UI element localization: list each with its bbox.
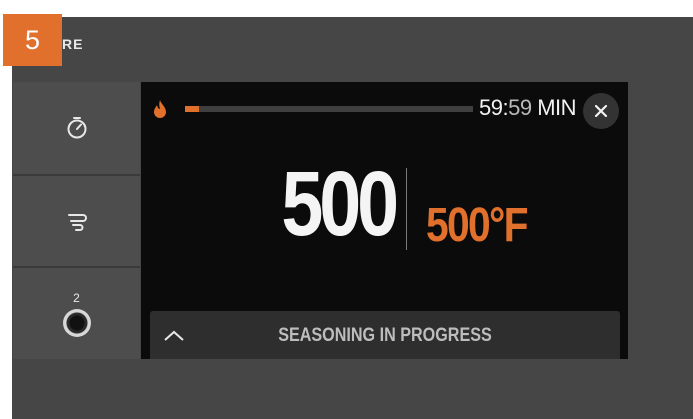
progress-fill bbox=[185, 106, 200, 112]
timer-readout: 59:59 MIN bbox=[479, 95, 577, 121]
actual-temperature: 500 bbox=[281, 153, 399, 255]
display-screen: 59:59 MIN 500 500°F SEASONING IN PROGRES… bbox=[141, 82, 628, 359]
cook-progress-bar bbox=[185, 106, 473, 112]
status-bar[interactable]: SEASONING IN PROGRESS bbox=[150, 311, 620, 359]
sidebar: 2 bbox=[13, 82, 140, 359]
flame-icon bbox=[154, 100, 166, 118]
top-label: RE bbox=[62, 36, 84, 52]
step-number-badge: 5 bbox=[3, 14, 62, 66]
probe-button[interactable]: 2 bbox=[13, 268, 140, 359]
probe-jack-icon bbox=[62, 308, 91, 337]
close-button[interactable] bbox=[583, 93, 619, 129]
smoke-button[interactable] bbox=[13, 176, 140, 268]
timer-button[interactable] bbox=[13, 82, 140, 176]
status-message: SEASONING IN PROGRESS bbox=[278, 325, 492, 346]
set-temperature[interactable]: 500°F bbox=[426, 202, 529, 250]
timer-seconds: 59 bbox=[508, 95, 532, 120]
timer-unit: MIN bbox=[531, 95, 577, 120]
probe-count: 2 bbox=[73, 290, 80, 305]
stopwatch-icon bbox=[67, 117, 86, 139]
smoke-icon bbox=[67, 214, 87, 231]
close-icon bbox=[594, 104, 608, 118]
chevron-up-icon[interactable] bbox=[162, 327, 186, 343]
temperature-divider bbox=[406, 168, 407, 250]
timer-minutes: 59: bbox=[479, 95, 509, 120]
